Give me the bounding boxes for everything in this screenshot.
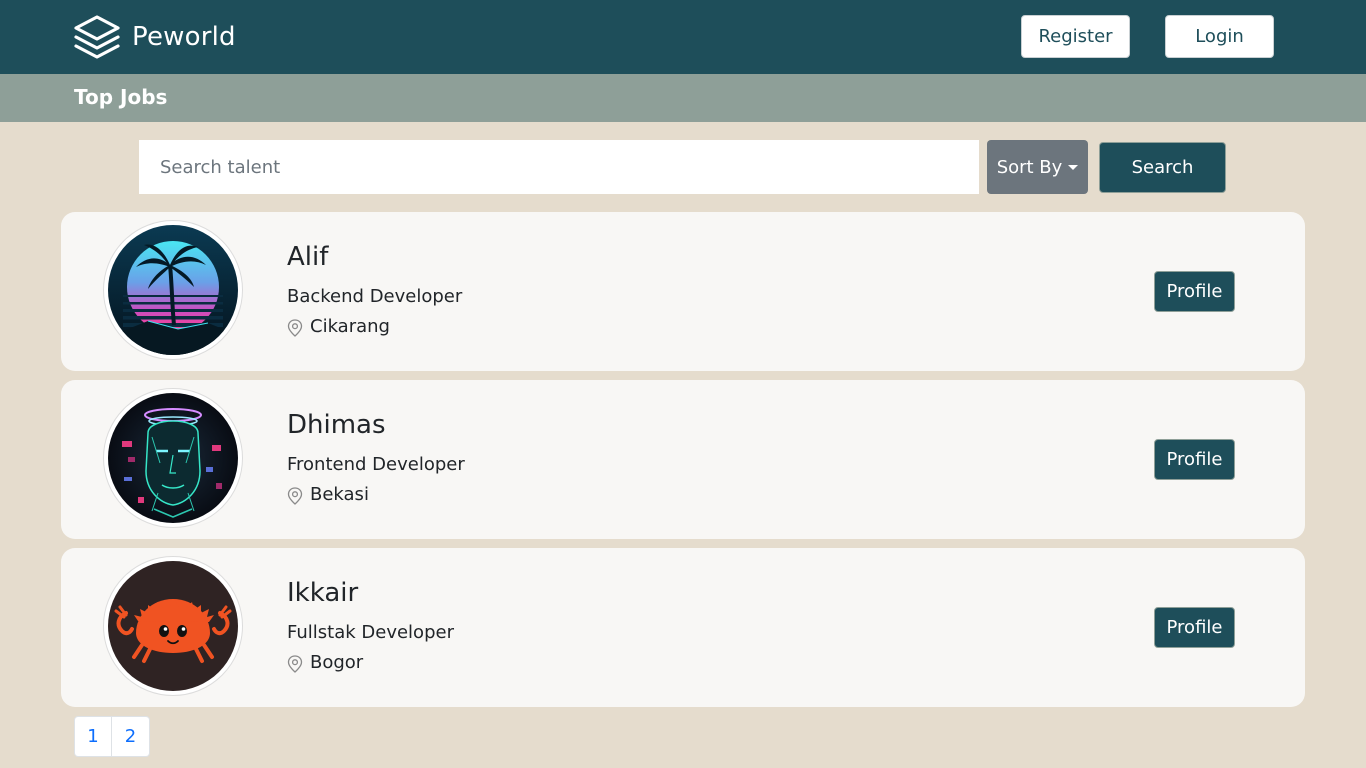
talent-name: Ikkair — [287, 578, 359, 608]
brand-name: Peworld — [132, 22, 236, 52]
talent-role: Fullstak Developer — [287, 622, 454, 643]
talent-role: Backend Developer — [287, 286, 463, 307]
talent-role: Frontend Developer — [287, 454, 465, 475]
pagination: 1 2 — [74, 716, 150, 757]
location-text: Bekasi — [310, 484, 369, 505]
talent-name: Dhimas — [287, 410, 386, 440]
talent-card: Ikkair Fullstak Developer Bogor Profile — [61, 548, 1305, 707]
avatar — [103, 556, 243, 696]
search-button[interactable]: Search — [1099, 142, 1226, 193]
caret-down-icon — [1068, 164, 1079, 170]
synthwave-palm-avatar — [108, 225, 238, 355]
profile-button[interactable]: Profile — [1154, 439, 1235, 480]
profile-button[interactable]: Profile — [1154, 607, 1235, 648]
talent-card: Alif Backend Developer Cikarang Profile — [61, 212, 1305, 371]
sort-by-label: Sort By — [996, 156, 1063, 178]
navbar: Peworld Register Login — [0, 0, 1366, 74]
brand-logo[interactable]: Peworld — [74, 15, 236, 59]
location-text: Bogor — [310, 652, 364, 673]
layers-icon — [74, 15, 120, 59]
talent-card: Dhimas Frontend Developer Bekasi Profile — [61, 380, 1305, 539]
talent-location: Bekasi — [287, 484, 369, 505]
page-title: Top Jobs — [74, 85, 168, 109]
avatar — [103, 388, 243, 528]
avatar — [103, 220, 243, 360]
talent-name: Alif — [287, 242, 329, 272]
map-pin-icon — [287, 654, 303, 673]
orange-crab-avatar — [108, 561, 238, 691]
search-input[interactable] — [139, 140, 979, 194]
subheader-bar: Top Jobs — [0, 74, 1366, 122]
map-pin-icon — [287, 318, 303, 337]
talent-location: Bogor — [287, 652, 363, 673]
map-pin-icon — [287, 486, 303, 505]
talent-location: Cikarang — [287, 316, 390, 337]
login-button[interactable]: Login — [1165, 15, 1274, 58]
cyberpunk-face-avatar — [108, 393, 238, 523]
sort-by-dropdown[interactable]: Sort By — [987, 140, 1088, 194]
page-link-1[interactable]: 1 — [74, 716, 112, 757]
profile-button[interactable]: Profile — [1154, 271, 1235, 312]
location-text: Cikarang — [310, 316, 390, 337]
page-link-2[interactable]: 2 — [112, 716, 150, 757]
register-button[interactable]: Register — [1021, 15, 1130, 58]
